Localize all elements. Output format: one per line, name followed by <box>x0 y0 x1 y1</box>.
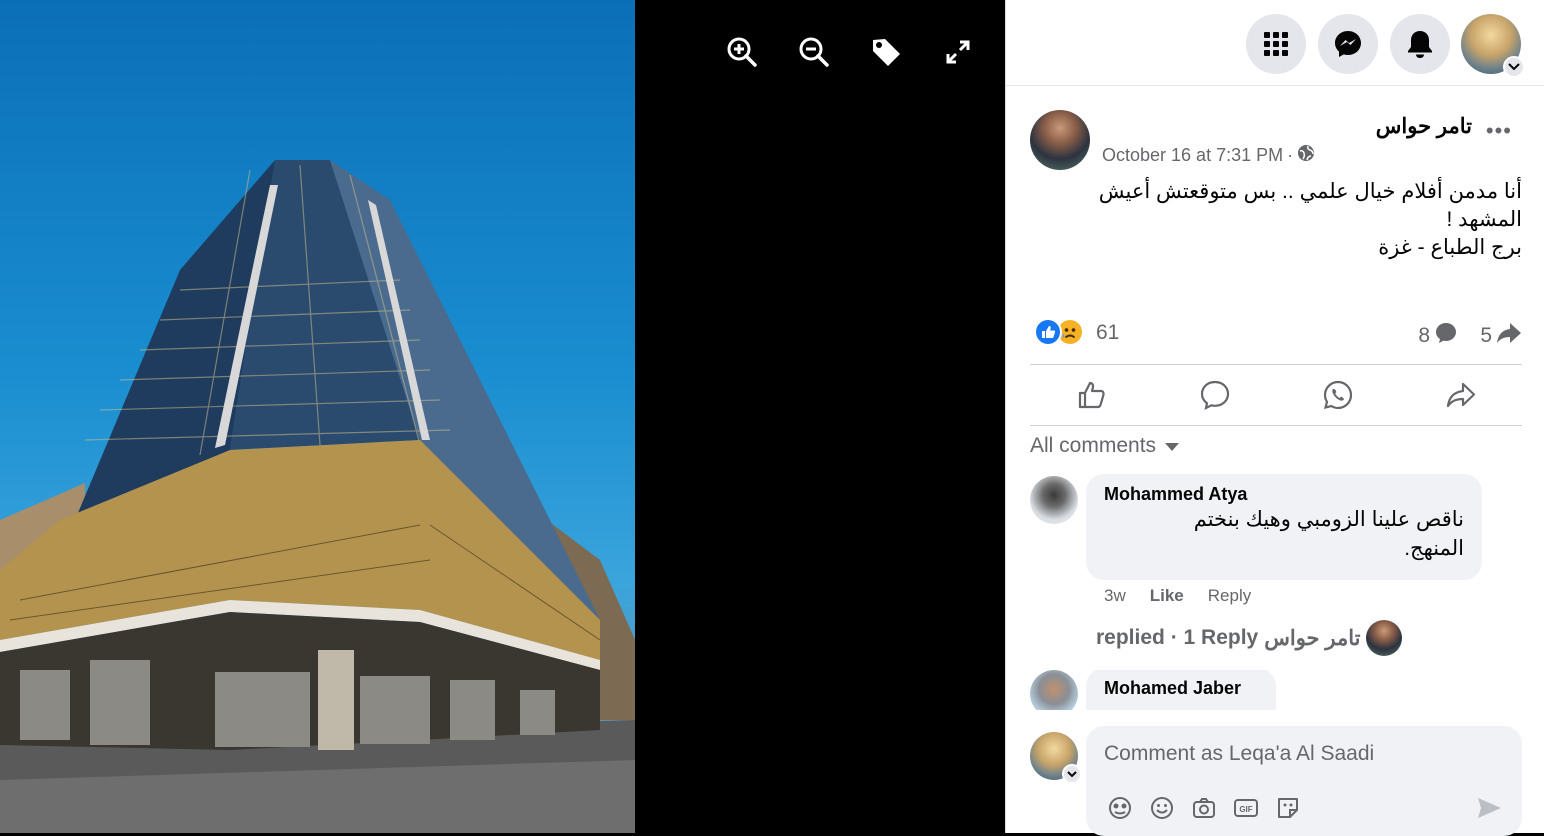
fullscreen-icon[interactable] <box>940 34 976 70</box>
top-bar <box>1006 0 1544 86</box>
avatar-sticker-icon[interactable] <box>1106 794 1134 822</box>
whatsapp-icon <box>1323 380 1352 410</box>
post-photo[interactable] <box>0 0 635 833</box>
tag-icon[interactable] <box>868 34 904 70</box>
reaction-icons[interactable] <box>1034 318 1084 346</box>
comment-text: ناقص علينا الزومبي وهيك بنختم المنهج. <box>1193 508 1464 560</box>
post-text: أنا مدمن أفلام خيال علمي .. بس متوقعتش أ… <box>1052 178 1522 262</box>
share-arrow-icon <box>1496 321 1522 351</box>
comment-like-button[interactable]: Like <box>1150 586 1184 606</box>
share-count[interactable]: 5 <box>1480 321 1522 351</box>
zoom-out-icon[interactable] <box>796 34 832 70</box>
post-header: تامر حواس ••• October 16 at 7:31 PM · <box>1030 110 1522 170</box>
notifications-bell-icon[interactable] <box>1390 14 1450 74</box>
comment-reply-button[interactable]: Reply <box>1208 586 1251 606</box>
post-actions <box>1030 364 1522 426</box>
messenger-icon[interactable] <box>1318 14 1378 74</box>
comment-bubble: Mohammed Atya ناقص علينا الزومبي وهيك بن… <box>1086 474 1482 580</box>
gif-icon[interactable]: GIF <box>1232 794 1260 822</box>
apps-grid-icon[interactable] <box>1246 14 1306 74</box>
account-avatar[interactable] <box>1461 14 1525 78</box>
svg-text:GIF: GIF <box>1239 805 1252 814</box>
author-avatar[interactable] <box>1030 110 1090 170</box>
composer-avatar[interactable] <box>1030 732 1082 784</box>
post-timestamp[interactable]: October 16 at 7:31 PM · <box>1102 144 1315 167</box>
photo-viewer <box>0 0 1005 833</box>
replies-text: replied · 1 Reply <box>1096 626 1259 649</box>
sticker-icon[interactable] <box>1274 794 1302 822</box>
comment-item: Mohammed Atya ناقص علينا الزومبي وهيك بن… <box>1030 474 1500 616</box>
chevron-down-icon[interactable] <box>1503 56 1525 78</box>
building-illustration <box>0 160 635 833</box>
comment-input[interactable] <box>1104 738 1504 770</box>
reactions-summary: 61 8 5 <box>1030 316 1522 350</box>
more-options-icon[interactable]: ••• <box>1486 118 1512 144</box>
zoom-in-icon[interactable] <box>724 34 760 70</box>
comments-filter-label: All comments <box>1030 434 1157 457</box>
commenter-avatar[interactable] <box>1030 476 1078 524</box>
replier-avatar <box>1366 620 1403 656</box>
commenter-name[interactable]: Mohamed Jaber <box>1104 678 1258 699</box>
share-count-value: 5 <box>1480 324 1492 347</box>
reaction-count[interactable]: 61 <box>1096 321 1119 345</box>
separator: · <box>1287 145 1294 165</box>
comment-composer: GIF <box>1086 726 1522 836</box>
commenter-name[interactable]: Mohammed Atya <box>1104 484 1464 505</box>
chevron-down-icon[interactable] <box>1062 764 1082 784</box>
emoji-icon[interactable] <box>1148 794 1176 822</box>
author-name[interactable]: تامر حواس <box>1376 114 1472 139</box>
share-button[interactable] <box>1431 372 1491 418</box>
viewer-toolbar <box>724 34 976 70</box>
comments-filter[interactable]: All comments <box>1030 434 1180 458</box>
camera-icon[interactable] <box>1190 794 1218 822</box>
comment-item: Mohamed Jaber <box>1030 670 1500 710</box>
thumbs-up-icon <box>1078 381 1105 409</box>
like-reaction-icon <box>1034 318 1062 346</box>
comment-count-value: 8 <box>1418 324 1430 347</box>
timestamp-text[interactable]: October 16 at 7:31 PM <box>1102 145 1283 166</box>
comment-age[interactable]: 3w <box>1104 586 1126 606</box>
comment-bubble: Mohamed Jaber <box>1086 670 1276 710</box>
send-icon[interactable] <box>1476 796 1502 825</box>
comment-bubble-icon <box>1434 321 1458 351</box>
post-panel: تامر حواس ••• October 16 at 7:31 PM · أن… <box>1005 0 1544 836</box>
comment-icon <box>1200 380 1229 410</box>
replier-name: تامر حواس <box>1264 626 1361 650</box>
whatsapp-button[interactable] <box>1308 372 1368 418</box>
comment-button[interactable] <box>1185 372 1245 418</box>
comment-count[interactable]: 8 <box>1418 321 1458 351</box>
globe-icon <box>1297 144 1315 167</box>
like-button[interactable] <box>1062 372 1122 418</box>
view-replies[interactable]: replied · 1 Reply تامر حواس <box>1096 620 1403 656</box>
share-icon <box>1446 382 1475 408</box>
post-body: أنا مدمن أفلام خيال علمي .. بس متوقعتش أ… <box>1098 180 1522 259</box>
comment-meta: 3w Like Reply <box>1104 586 1251 606</box>
composer-tools: GIF <box>1106 794 1302 822</box>
caret-down-icon <box>1164 434 1180 458</box>
commenter-avatar[interactable] <box>1030 670 1078 710</box>
